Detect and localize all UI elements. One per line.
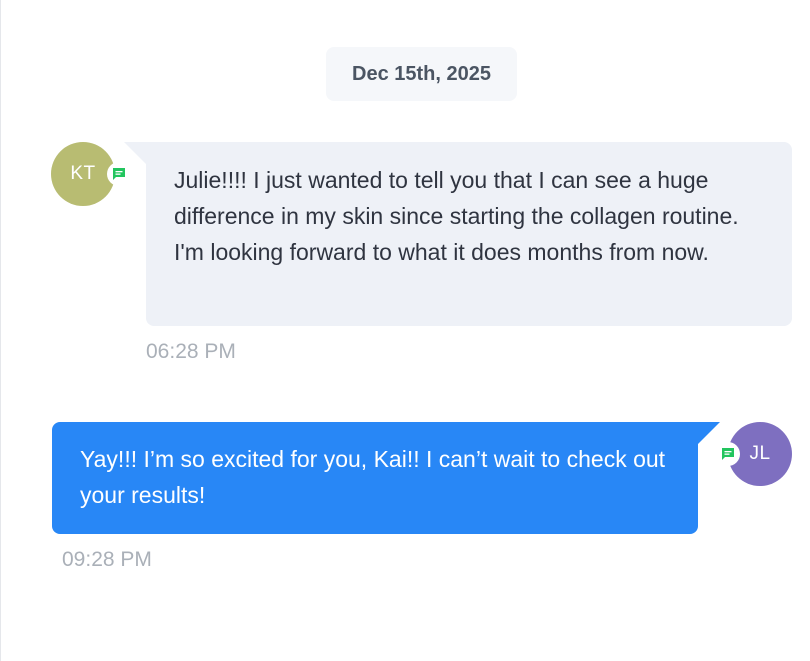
chat-bubble-icon [107,162,131,186]
message-text: Yay!!! I’m so excited for you, Kai!! I c… [80,446,666,508]
date-separator: Dec 15th, 2025 [326,47,517,101]
chat-bubble-icon [716,442,740,466]
avatar-initials: JL [749,443,771,464]
message-bubble-outgoing: Yay!!! I’m so excited for you, Kai!! I c… [52,422,698,534]
message-timestamp: 09:28 PM [62,548,152,571]
message-text: Julie!!!! I just wanted to tell you that… [174,167,739,265]
message-bubble-incoming: Julie!!!! I just wanted to tell you that… [146,142,792,326]
bubble-tail [124,142,146,164]
bubble-tail [698,422,720,444]
conversation-pane: Dec 15th, 2025 KT Julie!!!! I just wante… [0,0,810,661]
avatar[interactable]: KT [51,142,115,206]
message-timestamp: 06:28 PM [146,340,236,363]
avatar-initials: KT [70,163,96,184]
